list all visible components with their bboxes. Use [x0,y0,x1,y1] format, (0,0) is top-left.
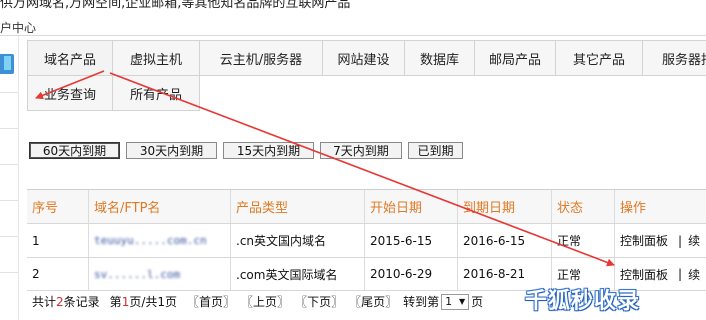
action-separator: | [678,267,683,281]
header-actions: 操作 [615,190,706,223]
tab-virtual-host[interactable]: 虚拟主机 [112,40,200,76]
filter-30-days-button[interactable]: 30天内到期 [126,142,217,159]
row-domain: sv......l.com [89,258,231,290]
row-start-date: 2015-6-15 [365,224,458,257]
control-panel-link[interactable]: 控制面板 [620,232,668,249]
header-product-type: 产品类型 [231,190,365,223]
tab-database[interactable]: 数据库 [404,40,475,76]
action-separator: | [678,233,683,248]
goto-suffix: 页 [471,295,484,309]
row-status: 正常 [552,224,615,257]
left-divider [0,236,18,237]
header-index: 序号 [27,190,89,223]
total-count: 2 [56,294,64,309]
left-divider [0,128,18,129]
row-product-type: .cn英文国内域名 [231,224,365,257]
tab-website-building[interactable]: 网站建设 [322,40,405,76]
header-start-date: 开始日期 [365,190,458,223]
row-index: 2 [27,258,89,290]
row-start-date: 2010-6-29 [365,258,458,290]
header-status: 状态 [552,190,615,223]
left-divider [0,200,18,201]
left-divider [0,164,18,165]
tab-other-products[interactable]: 其它产品 [555,40,643,76]
page-select[interactable]: 1 ▼ [441,293,470,310]
row-domain: teuuyu.....com.cn [89,224,231,257]
renew-link[interactable]: 续 [688,232,700,249]
renew-link[interactable]: 续 [688,266,700,283]
page-mid: 页/共 [129,295,158,309]
header-divider [0,35,706,36]
total-prefix: 共计 [32,295,57,309]
logo-fragment [0,46,14,84]
top-banner-text: 供万网域名,万网空间,企业邮箱,等其他知名品牌的互联网产品 [0,0,351,11]
control-panel-link[interactable]: 控制面板 [620,266,668,283]
next-page-link[interactable]: 〖下页〗 [295,293,343,310]
chevron-down-icon: ▼ [458,297,466,306]
pagination-bar: 共计 2 条记录 第 1 页/共 1 页 〖首页〗 〖上页〗 〖下页〗 〖尾页〗… [32,293,483,310]
tab-business-query[interactable]: 业务查询 [27,75,113,111]
page-select-value: 1 [445,295,453,308]
tab-cloud-server[interactable]: 云主机/服务器 [199,40,323,76]
first-page-link[interactable]: 〖首页〗 [187,293,235,310]
tab-server-hosting[interactable]: 服务器托 [642,40,706,76]
row-end-date: 2016-6-15 [458,224,552,257]
domain-table: 序号 域名/FTP名 产品类型 开始日期 到期日期 状态 操作 1 teuuyu… [27,189,706,291]
total-pages: 1 [157,294,166,309]
filter-7-days-button[interactable]: 7天内到期 [320,142,402,159]
domain-name-blurred: sv......l.com [94,267,181,281]
domain-name-blurred: teuuyu.....com.cn [94,234,207,247]
breadcrumb: 户中心 [0,21,37,35]
row-product-type: .com英文国际域名 [231,258,365,290]
row-actions: 控制面板 | 续 [615,224,706,257]
filter-15-days-button[interactable]: 15天内到期 [223,142,314,159]
tab-mail-products[interactable]: 邮局产品 [474,40,556,76]
watermark-logo: 千狐秒收录 [525,289,641,314]
row-index: 1 [27,224,89,257]
last-page-link[interactable]: 〖尾页〗 [349,293,397,310]
page-prefix: 第 [109,295,122,309]
tab-all-products[interactable]: 所有产品 [112,75,200,111]
page-suffix: 页 [165,295,178,309]
goto-prefix: 转到第 [403,295,440,309]
table-row: 1 teuuyu.....com.cn .cn英文国内域名 2015-6-15 … [27,224,706,258]
tab-domain-products[interactable]: 域名产品 [27,40,113,76]
header-domain: 域名/FTP名 [89,190,231,223]
current-page: 1 [121,294,130,309]
table-header-row: 序号 域名/FTP名 产品类型 开始日期 到期日期 状态 操作 [27,190,706,224]
header-end-date: 到期日期 [458,190,552,223]
left-divider [0,272,18,273]
left-divider [0,92,18,93]
filter-expired-button[interactable]: 已到期 [408,142,463,159]
sidebar-edge [18,36,19,320]
total-suffix: 条记录 [63,295,100,309]
filter-60-days-button[interactable]: 60天内到期 [29,142,120,159]
prev-page-link[interactable]: 〖上页〗 [241,293,289,310]
